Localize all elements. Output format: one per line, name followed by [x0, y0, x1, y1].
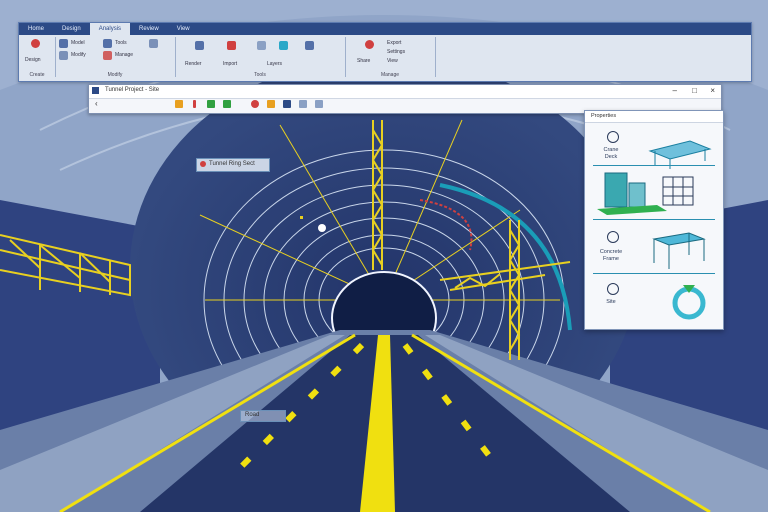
back-icon[interactable]: ‹ [95, 99, 98, 108]
crane-icon [607, 131, 619, 143]
ribbon-toolbar: Home Design Analysis Review View Design … [18, 22, 752, 82]
tab-analysis[interactable]: Analysis [89, 23, 131, 35]
group-text: Modify [71, 52, 86, 58]
group-label: Create [29, 72, 45, 78]
ribbon-group-manage: Export Settings View Share Manage [345, 37, 436, 78]
group-text: Import [223, 61, 238, 67]
tab-view[interactable]: View [168, 23, 199, 35]
group-text: Export [387, 40, 402, 46]
doc-icon[interactable] [299, 100, 307, 108]
group-text: Design [25, 57, 41, 63]
group-text: Render [185, 61, 202, 67]
sync-icon [672, 285, 706, 320]
title-bar: Tunnel Project - Site – □ × [89, 85, 721, 99]
panel-header: Properties [585, 111, 723, 123]
export-icon[interactable] [257, 41, 266, 50]
tab-review[interactable]: Review [130, 23, 168, 35]
cloud-icon[interactable] [279, 41, 288, 50]
group-label: Modify [107, 72, 123, 78]
group-text: Settings [387, 49, 406, 55]
ribbon-group-modify: Model Modify Tools Manage Modify [55, 37, 176, 78]
model-icon[interactable] [31, 39, 40, 48]
card-label: Concrete Frame [599, 249, 623, 262]
snap-icon[interactable] [207, 100, 215, 108]
image-icon[interactable] [315, 100, 323, 108]
road-callout[interactable]: Road [240, 410, 286, 422]
heart-icon [200, 161, 206, 167]
card-frame[interactable]: Concrete Frame [585, 223, 723, 273]
ribbon-tabs: Home Design Analysis Review View [19, 23, 751, 35]
group-label: Tools [254, 72, 266, 78]
card-label: Crane Deck [603, 147, 619, 160]
group-text: Layers [267, 61, 283, 67]
pin-icon [607, 283, 619, 295]
callout-label: Road [245, 412, 260, 418]
card-site[interactable]: Site [585, 277, 723, 327]
group-text: Tools [115, 40, 127, 46]
trim-icon[interactable] [223, 100, 231, 108]
ribbon-group-create: Design Create [19, 37, 56, 78]
card-concrete-frame[interactable] [585, 169, 723, 219]
share-icon[interactable] [305, 41, 314, 50]
pan-icon[interactable] [175, 100, 183, 108]
callout-label: Tunnel Ring Sect [209, 161, 255, 167]
divider [593, 273, 715, 274]
measure-icon[interactable] [149, 39, 158, 48]
properties-panel: Properties Crane Deck Concrete Frame Sit… [584, 110, 724, 330]
group-label: Manage [380, 72, 400, 78]
close-button[interactable]: × [710, 86, 715, 95]
group-text: Share [357, 58, 371, 64]
grid-icon[interactable] [59, 39, 68, 48]
group-text: Model [71, 40, 85, 46]
buildings-icon [597, 172, 694, 215]
section-callout[interactable]: Tunnel Ring Sect [196, 158, 270, 172]
marker-icon[interactable] [193, 100, 196, 108]
render-icon[interactable] [195, 41, 204, 50]
tab-home[interactable]: Home [19, 23, 53, 35]
frame-model-icon [652, 232, 706, 269]
ribbon-group-tools: Render Import Layers Tools [175, 37, 346, 78]
layers-icon[interactable] [59, 51, 68, 60]
target-icon [607, 231, 619, 243]
minimize-button[interactable]: – [673, 86, 677, 95]
divider [593, 165, 715, 166]
edit-icon[interactable] [103, 39, 112, 48]
rotate-icon[interactable] [251, 100, 259, 108]
app-icon [92, 87, 99, 94]
card-crane-deck[interactable]: Crane Deck [585, 125, 723, 175]
divider [593, 219, 715, 220]
panel-title: Properties [591, 113, 617, 119]
card-label: Site [606, 299, 616, 305]
group-text: Manage [115, 52, 134, 58]
scale-icon[interactable] [267, 100, 275, 108]
save-icon[interactable] [283, 100, 291, 108]
settings-icon[interactable] [365, 40, 374, 49]
import-icon[interactable] [227, 41, 236, 50]
copy-icon[interactable] [103, 51, 112, 60]
tab-design[interactable]: Design [53, 23, 90, 35]
group-text: View [387, 58, 398, 64]
maximize-button[interactable]: □ [692, 86, 697, 95]
window-title: Tunnel Project - Site [105, 87, 160, 93]
